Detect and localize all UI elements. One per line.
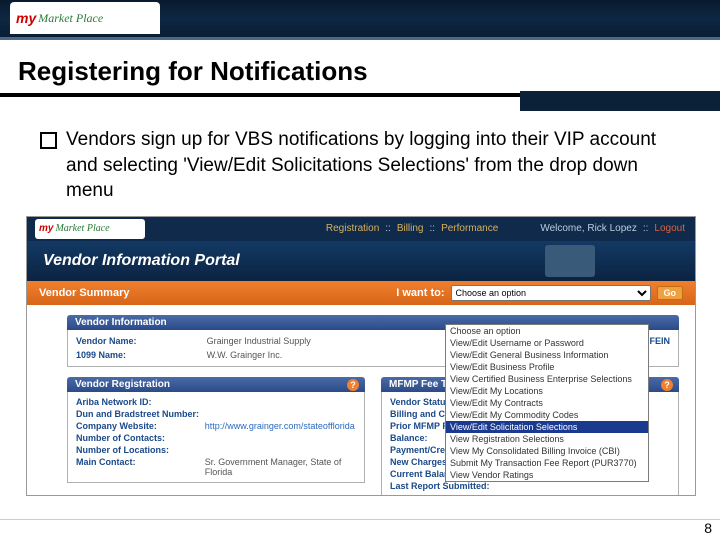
vendor-reg-title: Vendor Registration? <box>67 377 365 392</box>
hdr-link-performance[interactable]: Performance <box>441 223 498 234</box>
vendor-reg-body: Ariba Network ID: Dun and Bradstreet Num… <box>67 392 365 483</box>
help-icon[interactable]: ? <box>347 379 359 391</box>
iwant-label: I want to: <box>396 287 444 299</box>
vip-logo: my Market Place <box>35 219 145 239</box>
slide-topbar: my Market Place <box>0 0 720 40</box>
logo-small: my Market Place <box>10 2 160 34</box>
logo-prefix: my <box>16 10 36 26</box>
opt-9[interactable]: View Registration Selections <box>446 433 648 445</box>
opt-3[interactable]: View/Edit Business Profile <box>446 361 648 373</box>
opt-8-selected[interactable]: View/Edit Solicitation Selections <box>446 421 648 433</box>
vip-screenshot: my Market Place Registration:: Billing::… <box>26 216 696 496</box>
bullet-1: Vendors sign up for VBS notifications by… <box>40 127 680 204</box>
page-number: 8 <box>704 520 712 536</box>
orangebar-left: Vendor Summary <box>39 287 129 299</box>
hdr-link-billing[interactable]: Billing <box>397 223 424 234</box>
opt-1[interactable]: View/Edit Username or Password <box>446 337 648 349</box>
opt-6[interactable]: View/Edit My Contracts <box>446 397 648 409</box>
slide-title: Registering for Notifications <box>0 40 720 93</box>
opt-12[interactable]: View Vendor Ratings <box>446 469 648 481</box>
opt-10[interactable]: View My Consolidated Billing Invoice (CB… <box>446 445 648 457</box>
opt-4[interactable]: View Certified Business Enterprise Selec… <box>446 373 648 385</box>
opt-5[interactable]: View/Edit My Locations <box>446 385 648 397</box>
opt-0[interactable]: Choose an option <box>446 325 648 337</box>
welcome-text: Welcome, Rick Lopez <box>540 223 637 234</box>
orange-bar: Vendor Summary I want to: Choose an opti… <box>27 281 695 305</box>
go-button[interactable]: Go <box>657 286 684 300</box>
opt-11[interactable]: Submit My Transaction Fee Report (PUR377… <box>446 457 648 469</box>
hdr-link-registration[interactable]: Registration <box>326 223 379 234</box>
opt-7[interactable]: View/Edit My Commodity Codes <box>446 409 648 421</box>
logout-link[interactable]: Logout <box>654 223 685 234</box>
help-icon[interactable]: ? <box>661 379 673 391</box>
logo-text: Market Place <box>38 11 103 26</box>
title-rule <box>0 93 720 97</box>
opt-2[interactable]: View/Edit General Business Information <box>446 349 648 361</box>
footer-line <box>0 519 720 520</box>
vip-banner: Vendor Information Portal <box>27 241 695 281</box>
iwant-dropdown-open[interactable]: Choose an option View/Edit Username or P… <box>445 324 649 482</box>
slide-content: Vendors sign up for VBS notifications by… <box>0 97 720 204</box>
iwant-select[interactable]: Choose an option <box>451 285 651 301</box>
